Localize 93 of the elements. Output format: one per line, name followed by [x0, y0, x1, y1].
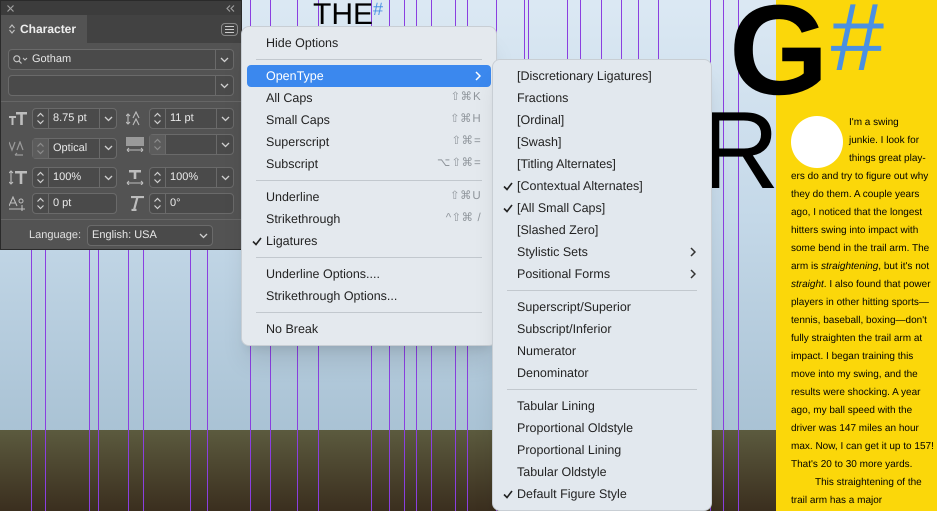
menu-item[interactable]: Default Figure Style: [498, 483, 706, 505]
chevron-down-icon: [104, 116, 112, 122]
language-dropdown[interactable]: English: USA: [87, 225, 213, 246]
vertical-scale-icon: [9, 170, 27, 185]
chevron-down-icon: [220, 82, 229, 88]
stepper-icon: [36, 197, 45, 210]
field-value: English: USA: [92, 228, 157, 244]
menu-item[interactable]: OpenType: [247, 65, 491, 87]
shortcut-text: ⇧⌘=: [451, 134, 481, 150]
search-icon: [13, 55, 28, 64]
menu-item[interactable]: Strikethrough ^⇧⌘ /: [247, 208, 491, 230]
panel-title: Character: [20, 21, 76, 38]
chevron-down-icon: [199, 232, 208, 238]
shortcut-text: ⌥⇧⌘=: [437, 156, 481, 172]
chevron-right-icon: [690, 269, 696, 279]
menu-item[interactable]: Strikethrough Options...: [247, 285, 491, 307]
number-field[interactable]: 8.75 pt: [32, 108, 117, 129]
chevron-down-icon: [220, 116, 230, 122]
menu-item[interactable]: Underline ⇧⌘U: [247, 186, 491, 208]
number-field[interactable]: 0°: [149, 193, 234, 214]
field-value: 100%: [170, 170, 198, 186]
menu-item[interactable]: Tabular Lining: [498, 395, 706, 417]
menu-item[interactable]: [Swash]: [498, 131, 706, 153]
number-field[interactable]: 0 pt: [32, 193, 117, 214]
shortcut-text: ⇧⌘H: [450, 112, 481, 128]
font-style-dropdown[interactable]: [8, 75, 234, 96]
menu-item[interactable]: Positional Forms: [498, 263, 706, 285]
stepper-icon: [153, 171, 162, 184]
menu-item[interactable]: Subscript/Inferior: [498, 318, 706, 340]
close-icon: [7, 4, 14, 12]
hash-text: #: [830, 0, 884, 77]
chevron-right-icon: [690, 247, 696, 257]
hash-text: #: [373, 0, 384, 18]
menu-item[interactable]: [Discretionary Ligatures]: [498, 65, 706, 87]
menu-item[interactable]: Proportional Oldstyle: [498, 417, 706, 439]
menu-item[interactable]: Tabular Oldstyle: [498, 461, 706, 483]
baseline-shift-icon: [9, 196, 27, 211]
shortcut-text: ^⇧⌘ /: [446, 211, 481, 226]
menu-item[interactable]: Hide Options: [247, 32, 491, 54]
menu-item[interactable]: [Slashed Zero]: [498, 219, 706, 241]
stepper-icon: [153, 112, 162, 125]
chevron-down-icon: [220, 56, 229, 62]
menu-item[interactable]: Small Caps ⇧⌘H: [247, 109, 491, 131]
field-value: 0 pt: [53, 196, 72, 212]
field-value: 0°: [170, 196, 181, 212]
chevron-down-icon: [220, 174, 230, 180]
language-label: Language:: [29, 228, 81, 244]
stepper-icon: [153, 138, 162, 151]
collapse-icon: [226, 4, 235, 12]
body-paragraph: ers do and try to figure out why they do them. A couple years ago, I noticed that the longest hitters swing into impact with some bend in the trail arm. The arm is straightening, but it's not straight. I also found that power players in other hitting sports—tennis, baseball, boxing—don't fully straighten the trail arm at impact. I began training this move into my swing, and the results were shocking. A year ago, my ball speed with the driver was 147 miles an hour max. Now, I can get it up to 157! That's 20 to 30 more yards.: [791, 170, 935, 472]
menu-item[interactable]: Fractions: [498, 87, 706, 109]
font-size-icon: [9, 111, 27, 126]
menu-item[interactable]: [All Small Caps]: [498, 197, 706, 219]
menu-item[interactable]: Denominator: [498, 362, 706, 384]
stepper-icon: [36, 142, 45, 154]
horizontal-scale-icon: [126, 170, 144, 185]
field-value: 100%: [53, 170, 82, 186]
stepper-icon: [36, 171, 45, 184]
number-field[interactable]: 100%: [32, 167, 117, 188]
number-field[interactable]: 11 pt: [149, 108, 234, 129]
chevron-down-icon: [104, 145, 112, 151]
menu-item[interactable]: Proportional Lining: [498, 439, 706, 461]
tracking-icon: [126, 137, 144, 152]
menu-item[interactable]: Subscript ⌥⇧⌘=: [247, 153, 491, 175]
field-value: Optical: [53, 140, 88, 156]
font-family-dropdown[interactable]: Gotham: [8, 49, 234, 70]
menu-item[interactable]: Superscript/Superior: [498, 296, 706, 318]
menu-item[interactable]: No Break: [247, 318, 491, 340]
menu-item[interactable]: [Titling Alternates]: [498, 153, 706, 175]
chevron-down-icon: [104, 174, 112, 180]
field-value: Gotham: [32, 52, 72, 68]
menu-item[interactable]: All Caps ⇧⌘K: [247, 87, 491, 109]
field-value: 11 pt: [170, 111, 194, 126]
menu-item[interactable]: Stylistic Sets: [498, 241, 706, 263]
number-field[interactable]: 100%: [149, 167, 234, 188]
menu-item[interactable]: Numerator: [498, 340, 706, 362]
menu-item[interactable]: Underline Options....: [247, 263, 491, 285]
menu-item[interactable]: Superscript ⇧⌘=: [247, 131, 491, 153]
stepper-icon: [153, 197, 162, 210]
body-paragraph: This straightening of the trail arm has a major: [791, 476, 923, 508]
field-value: 8.75 pt: [53, 111, 87, 126]
panel-menu-icon[interactable]: [221, 22, 238, 36]
stepper-icon: [36, 112, 45, 125]
chevron-right-icon: [475, 71, 481, 81]
panel-tab[interactable]: Character: [1, 15, 87, 43]
body-paragraph: I'm a swing junkie. I look for things great play-: [849, 116, 927, 166]
shortcut-text: ⇧⌘U: [450, 189, 481, 204]
menu-item[interactable]: Ligatures: [247, 230, 491, 252]
menu-item[interactable]: [Ordinal]: [498, 109, 706, 131]
menu-item[interactable]: [Contextual Alternates]: [498, 175, 706, 197]
updown-icon: [9, 24, 15, 34]
shortcut-text: ⇧⌘K: [450, 90, 481, 106]
chevron-down-icon: [220, 142, 230, 148]
